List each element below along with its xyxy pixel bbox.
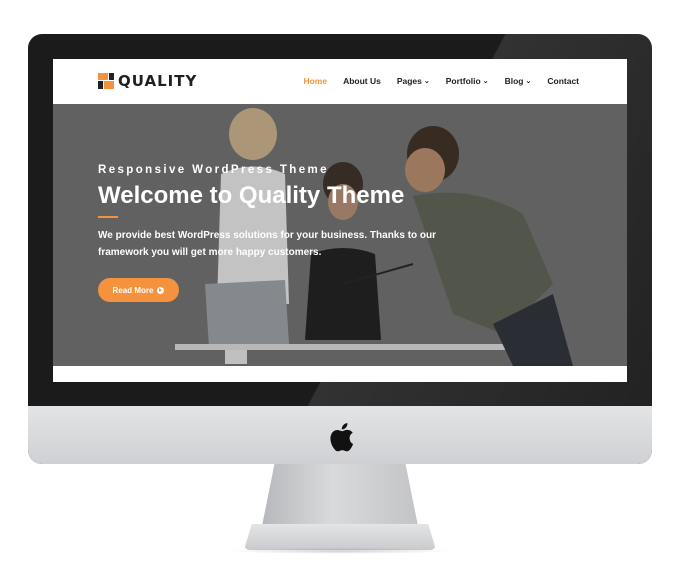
content-strip [53,366,627,382]
hero-title: Welcome to Quality Theme [98,182,405,209]
chevron-circle-right-icon [157,286,165,294]
chevron-down-icon: ⌄ [423,78,430,85]
site-header: QUALITY Home About Us Pages ⌄ Portfolio ⌄ … [53,59,627,104]
nav-label: Pages [396,76,422,86]
read-more-button[interactable]: Read More [98,278,179,302]
hero-divider [98,216,118,218]
nav-label: Blog [504,76,524,86]
hero-subtitle: Responsive WordPress Theme [98,164,329,176]
main-nav: Home About Us Pages ⌄ Portfolio ⌄ Blog ⌄ Co… [287,76,579,86]
hero-banner: Responsive WordPress Theme Welcome to Qu… [53,104,627,366]
nav-item-contact[interactable]: Contact [547,76,579,86]
monitor-stand-neck [262,464,418,526]
nav-item-home[interactable]: Home [303,76,327,86]
nav-label: About Us [343,76,381,86]
stand-shadow [228,548,452,554]
website-screen: QUALITY Home About Us Pages ⌄ Portfolio ⌄ … [53,59,627,382]
hero-description: We provide best WordPress solutions for … [98,230,437,258]
nav-label: Portfolio [445,76,481,86]
nav-item-about-us[interactable]: About Us [343,76,381,86]
monitor-stand-base [244,524,436,550]
logo-text: QUALITY [118,72,198,90]
chevron-down-icon: ⌄ [525,78,532,85]
nav-label: Home [303,76,328,86]
read-more-label: Read More [112,285,154,295]
nav-label: Contact [547,76,579,86]
monitor-chin [28,406,652,464]
nav-item-blog[interactable]: Blog ⌄ [505,76,532,86]
logo-mark-icon [98,73,114,89]
apple-logo-icon [330,423,354,452]
site-logo[interactable]: QUALITY [98,72,197,90]
nav-item-portfolio[interactable]: Portfolio ⌄ [446,76,489,86]
chevron-down-icon: ⌄ [482,78,489,85]
nav-item-pages[interactable]: Pages ⌄ [397,76,430,86]
